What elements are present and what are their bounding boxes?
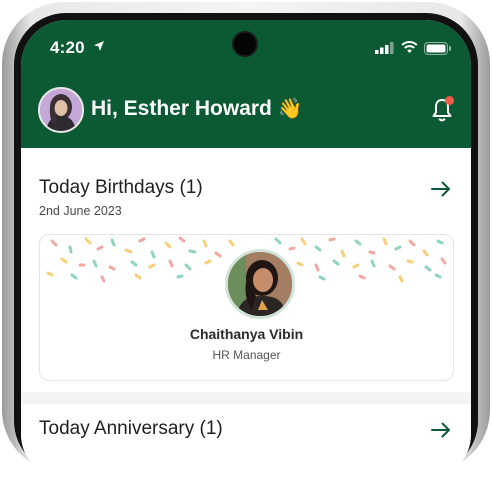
birthdays-date: 2nd June 2023: [39, 204, 122, 218]
waving-hand-emoji: 👋: [277, 98, 303, 120]
birthdays-arrow-right-icon[interactable]: [431, 181, 451, 197]
greeting-label: Hi, Esther Howard: [91, 97, 272, 120]
birthday-person-photo: [228, 252, 292, 316]
user-avatar-image: [40, 89, 82, 131]
greeting-text: Hi, Esther Howard 👋: [91, 96, 303, 121]
location-arrow-icon: [94, 41, 104, 51]
anniversary-title: Today Anniversary (1): [39, 418, 223, 439]
user-avatar[interactable]: [38, 87, 84, 133]
birthday-person-role: HR Manager: [212, 348, 281, 362]
birthdays-card: Today Birthdays (1) 2nd June 2023 Chaith…: [21, 148, 471, 392]
phone-screen: 4:20 Hi, Esther Howard 👋 Today Birthdays…: [21, 20, 471, 480]
birthday-person-name: Chaithanya Vibin: [189, 326, 304, 342]
cellular-signal-icon: [375, 42, 394, 54]
wifi-icon: [401, 41, 418, 53]
app-header: 4:20 Hi, Esther Howard 👋: [21, 20, 471, 148]
birthday-person-card[interactable]: Chaithanya Vibin HR Manager: [39, 234, 454, 381]
birthdays-title: Today Birthdays (1): [39, 177, 203, 198]
anniversary-arrow-right-icon[interactable]: [431, 422, 451, 438]
battery-icon: [424, 42, 451, 55]
anniversary-card: Today Anniversary (1): [21, 404, 471, 480]
birthday-person-avatar: [225, 249, 295, 319]
front-camera: [234, 33, 256, 55]
status-time: 4:20: [50, 38, 85, 57]
notification-badge: [445, 96, 454, 105]
